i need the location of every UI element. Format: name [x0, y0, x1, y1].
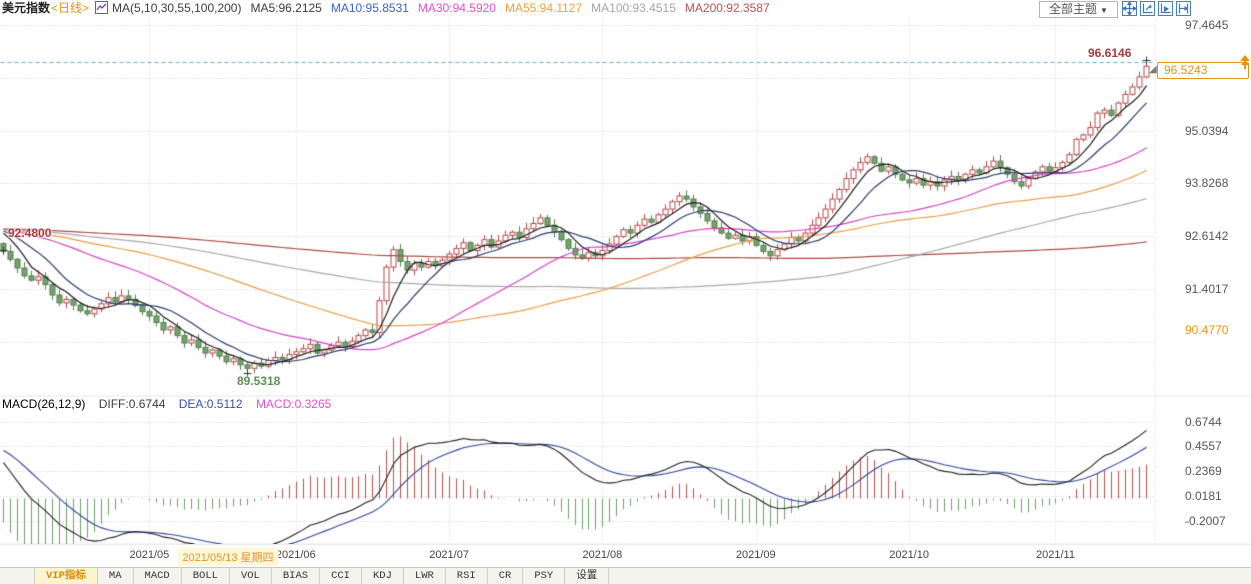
x-axis-label: 2021/11: [1035, 549, 1075, 561]
ma-legend-item: MA200:92.3587: [684, 1, 770, 15]
x-axis-label: 2021/05: [129, 549, 170, 561]
macd-value: MACD:0.3265: [255, 397, 332, 411]
macd-settings-label[interactable]: MACD(26,12,9): [2, 397, 85, 411]
fit-horizontal-icon[interactable]: [1158, 1, 1173, 16]
pan-icon[interactable]: [1121, 0, 1138, 17]
chart-header: 美元指数<日线> MA(5,10,30,55,100,200) MA5:96.212…: [0, 0, 1251, 18]
kline-chart-icon[interactable]: [95, 1, 109, 14]
left-price-marker: 92.4800: [8, 226, 52, 241]
x-axis-label: 2021/07: [429, 549, 469, 561]
x-axis-label: 2021/10: [889, 549, 929, 561]
price-axis-label: 93.8268: [1185, 176, 1229, 191]
toolbar-item-rsi[interactable]: RSI: [446, 568, 488, 584]
price-axis-label: 92.6142: [1185, 229, 1229, 244]
ma-legend-item: MA5:96.2125: [250, 1, 322, 15]
symbol-name: 美元指数: [2, 1, 51, 15]
toolbar-item-kdj[interactable]: KDJ: [362, 568, 404, 584]
theme-dropdown[interactable]: 全部主题 ▼: [1039, 1, 1118, 18]
mouse-cursor: ◢: [1149, 64, 1157, 75]
macd-axis-label: -0.2007: [1185, 513, 1226, 528]
toolbar-item-ma[interactable]: MA: [98, 568, 134, 584]
ma-legend-item: MA10:95.8531: [330, 1, 409, 15]
fit-vertical-icon[interactable]: [1140, 1, 1155, 16]
diff-value: DIFF:0.6744: [98, 397, 166, 411]
x-axis-label: 2021/06: [275, 549, 316, 561]
macd-axis-label: 0.2369: [1185, 464, 1222, 479]
price-axis-label: 95.0394: [1185, 123, 1229, 138]
theme-dropdown-label: 全部主题: [1049, 2, 1098, 16]
macd-axis-label: 0.6744: [1185, 414, 1222, 429]
toolbar-item-macd[interactable]: MACD: [134, 568, 182, 584]
date-axis: 2021/05 2021/06 2021/07 2021/08 2021/09 2021/…: [0, 544, 1251, 568]
dea-value: DEA:0.5112: [178, 397, 243, 411]
toolbar-item-bias[interactable]: BIAS: [272, 568, 321, 584]
ma-legend-item: MA30:94.5920: [417, 1, 496, 15]
indicator-toolbar: VIP指标 MA MACD BOLL VOL BIAS CCI KDJ LWR RSI CR PSY 设…: [0, 567, 1251, 584]
last-price-tag: 96.5243: [1157, 61, 1249, 79]
period-label[interactable]: <日线>: [51, 1, 89, 15]
ma-legend: MA5:96.2125 MA10:95.8531 MA30:94.5920 MA55:…: [241, 1, 769, 15]
trading-app-window: { "header": { "symbol": "美元指数", "period"…: [0, 0, 1251, 584]
macd-legend: MACD(26,12,9) DIFF:0.6744 DEA:0.5112 MAC…: [2, 397, 341, 411]
toolbar-item-cci[interactable]: CCI: [320, 568, 362, 584]
toolbar-item-设置[interactable]: 设置: [565, 568, 610, 584]
ma-legend-item: MA100:93.4515: [591, 1, 676, 15]
chevron-down-icon: ▼: [1100, 6, 1108, 15]
toolbar-item-vol[interactable]: VOL: [230, 568, 272, 584]
toolbar-item-cr[interactable]: CR: [488, 568, 524, 584]
price-up-arrow-icon: [1240, 55, 1250, 74]
macd-axis-label: 0.0181: [1185, 488, 1222, 503]
price-axis-label: 91.4017: [1185, 282, 1229, 297]
toolbar-item-lwr[interactable]: LWR: [404, 568, 446, 584]
toolbar-item-boll[interactable]: BOLL: [182, 568, 230, 584]
toolbar-item-psy[interactable]: PSY: [523, 568, 566, 584]
x-axis-label: 2021/09: [735, 549, 776, 561]
header-icon-group: [1121, 0, 1191, 17]
low-price-marker: 89.5318: [236, 373, 281, 388]
x-axis-label: 2021/08: [582, 549, 623, 561]
price-axis-label: 90.4770: [1185, 322, 1229, 337]
ma-settings-label[interactable]: MA(5,10,30,55,100,200): [112, 1, 241, 15]
price-chart-canvas[interactable]: [0, 0, 1251, 584]
toolbar-spacer: [0, 568, 35, 584]
ma-legend-item: MA55:94.1127: [504, 1, 583, 15]
macd-axis-label: 0.4557: [1185, 439, 1222, 454]
high-price-marker: 96.6146: [1088, 45, 1132, 60]
crosshair-date-tooltip: 2021/05/13 星期四: [177, 548, 279, 566]
toolbar-item-vip指标[interactable]: VIP指标: [35, 568, 98, 584]
shift-right-icon[interactable]: [1176, 1, 1191, 16]
price-axis-label: 97.4645: [1185, 17, 1229, 32]
